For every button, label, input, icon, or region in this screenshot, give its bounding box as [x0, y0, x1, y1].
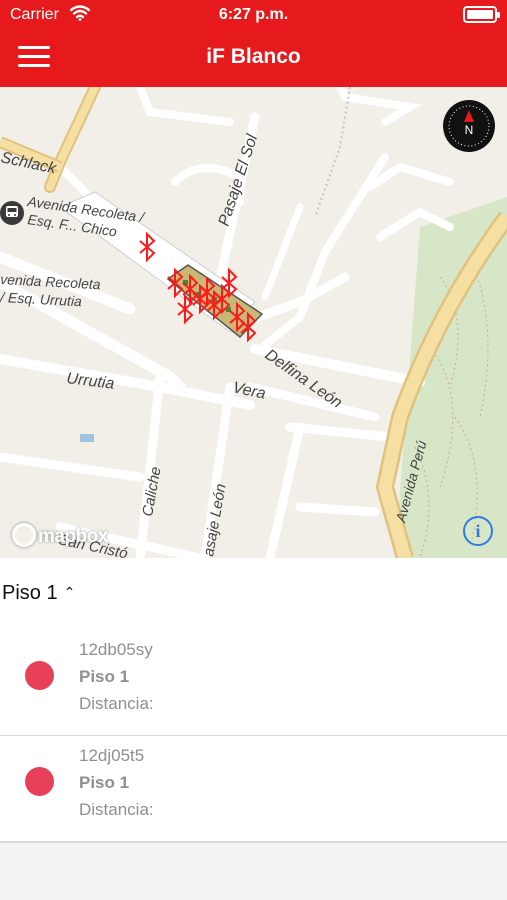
info-button[interactable]: i [463, 516, 493, 546]
navigation-bar: iF Blanco [0, 30, 507, 87]
label-recoleta-urrutia-2: / Esq. Urrutia [0, 289, 82, 309]
floor-bar: Piso 1 ⌃ [0, 558, 507, 630]
status-dot [25, 661, 54, 690]
device-floor: Piso 1 [79, 667, 130, 686]
list-item[interactable]: 12dj05t5 Piso 1 Distancia: [0, 736, 507, 842]
list-item[interactable]: 12db05sy Piso 1 Distancia: [0, 630, 507, 736]
compass-letter: N [465, 123, 474, 137]
divider [0, 842, 507, 843]
info-icon: i [475, 521, 481, 541]
status-time: 6:27 p.m. [218, 6, 289, 23]
device-id: 12db05sy [79, 640, 153, 659]
label-caliche: Caliche [139, 465, 164, 517]
battery-icon [463, 6, 500, 23]
device-distance: Distancia: [79, 694, 154, 713]
water-feature [80, 434, 94, 442]
bluetooth-icon[interactable] [177, 293, 194, 325]
mapbox-logo[interactable]: mapbox [12, 523, 108, 548]
status-dot [25, 767, 54, 796]
device-floor: Piso 1 [79, 773, 130, 792]
device-list: 12db05sy Piso 1 Distancia: 12dj05t5 Piso… [0, 630, 507, 842]
floor-selector[interactable]: Piso 1 ⌃ [2, 582, 75, 605]
device-id: 12dj05t5 [79, 746, 145, 765]
page-title: iF Blanco [206, 45, 301, 68]
chevron-up-down-icon: ⌃ [63, 584, 76, 600]
map-canvas[interactable]: Schlack Avenida Recoleta / Esq. F... Chi… [0, 87, 507, 558]
mapbox-logo-icon [12, 523, 36, 547]
map-view[interactable]: Schlack Avenida Recoleta / Esq. F... Chi… [0, 87, 507, 558]
status-bar: Carrier 6:27 p.m. [0, 0, 507, 30]
compass-button[interactable]: N [443, 100, 495, 152]
label-pasaje-leon: asaje León [200, 482, 229, 557]
compass-icon: N [448, 105, 490, 147]
bus-stop-icon [0, 201, 24, 225]
device-distance: Distancia: [79, 800, 154, 819]
floor-selector-value: Piso 1 [2, 582, 58, 604]
mapbox-logo-text: mapbox [38, 526, 108, 547]
footpath [314, 87, 351, 218]
